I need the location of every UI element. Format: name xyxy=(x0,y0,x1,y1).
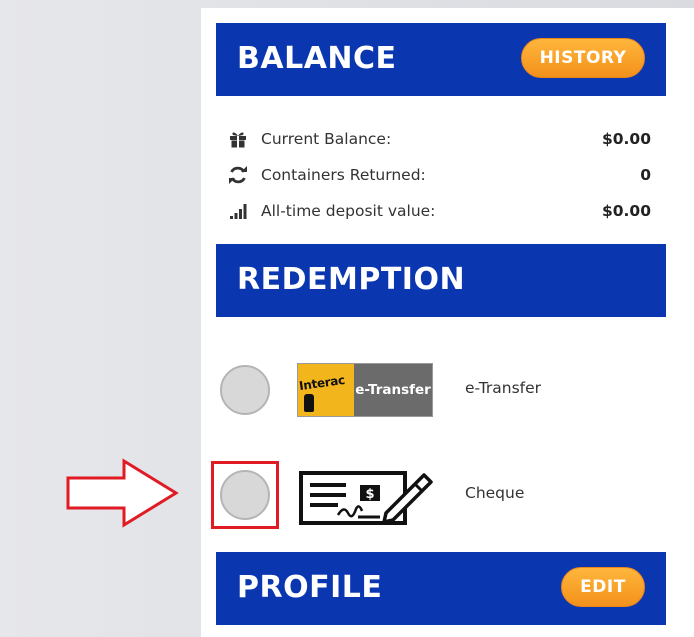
containers-returned-label: Containers Returned: xyxy=(261,166,426,184)
profile-title: PROFILE xyxy=(237,570,383,605)
refresh-icon xyxy=(227,164,249,186)
signal-bars-icon xyxy=(227,200,249,222)
redemption-title: REDEMPTION xyxy=(237,262,466,297)
alltime-deposit-row: All-time deposit value: $0.00 xyxy=(227,199,651,223)
etransfer-logo-text: e-Transfer xyxy=(354,364,432,416)
interac-etransfer-logo: Interac e-Transfer xyxy=(297,363,433,417)
current-balance-row: Current Balance: $0.00 xyxy=(227,127,651,151)
balance-title: BALANCE xyxy=(237,41,397,76)
redemption-header: REDEMPTION xyxy=(216,244,666,317)
containers-returned-row: Containers Returned: 0 xyxy=(227,163,651,187)
containers-returned-value: 0 xyxy=(640,166,651,184)
history-button[interactable]: HISTORY xyxy=(521,38,645,78)
svg-text:$: $ xyxy=(365,487,374,502)
current-balance-label: Current Balance: xyxy=(261,130,392,148)
alltime-deposit-value: $0.00 xyxy=(601,202,651,220)
current-balance-value: $0.00 xyxy=(601,130,651,148)
alltime-deposit-label: All-time deposit value: xyxy=(261,202,436,220)
annotation-highlight-box xyxy=(211,461,279,529)
account-panel: BALANCE HISTORY Current Balance: $0.00 C… xyxy=(201,8,694,637)
cheque-icon: $ xyxy=(299,471,433,525)
etransfer-label: e-Transfer xyxy=(465,379,542,397)
edit-button[interactable]: EDIT xyxy=(561,567,645,607)
profile-header: PROFILE EDIT xyxy=(216,552,666,625)
cheque-label: Cheque xyxy=(465,484,525,502)
interac-logo-text: Interac xyxy=(298,372,346,394)
etransfer-radio[interactable] xyxy=(220,365,270,415)
balance-header: BALANCE HISTORY xyxy=(216,23,666,96)
annotation-arrow-icon xyxy=(66,458,179,528)
gift-icon xyxy=(227,128,249,150)
